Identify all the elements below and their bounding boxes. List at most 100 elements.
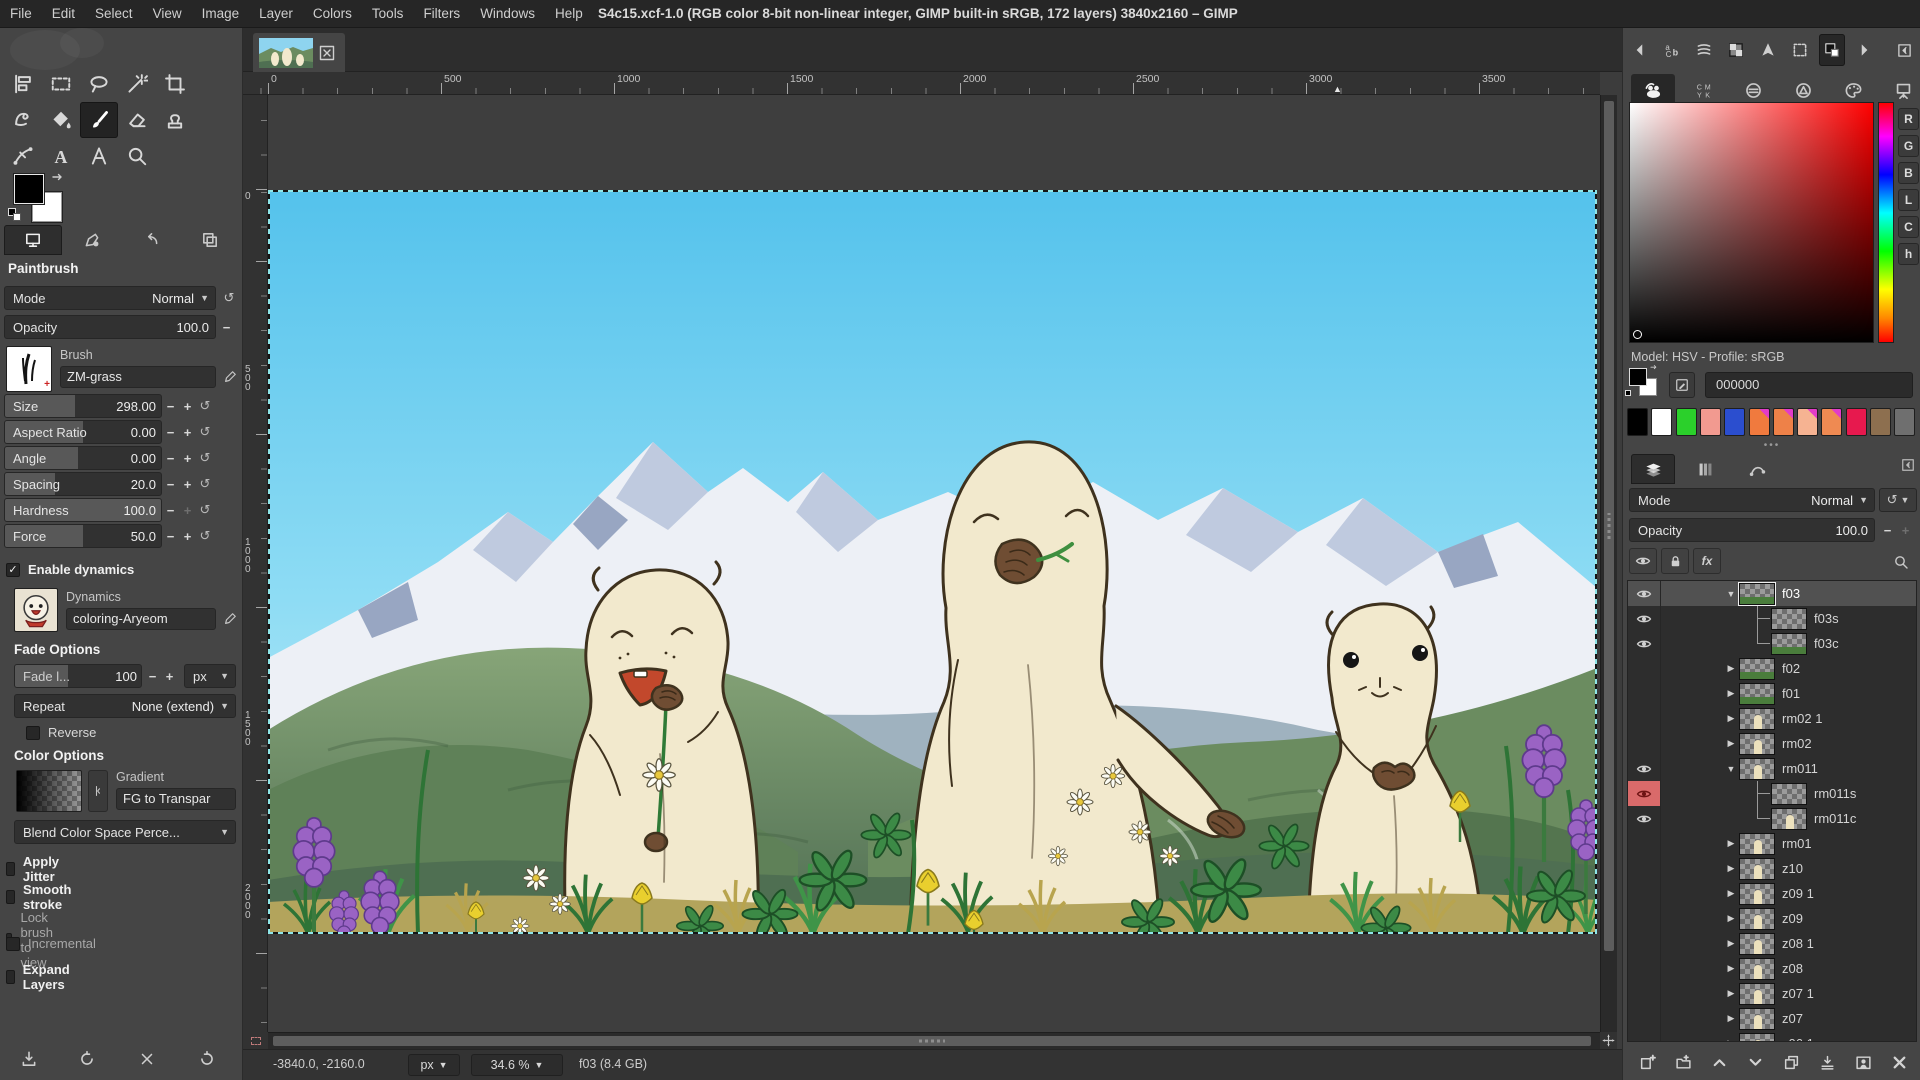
- checkbox-row-apply-jitter[interactable]: Apply Jitter: [6, 854, 64, 884]
- layer-name[interactable]: f01: [1782, 686, 1800, 701]
- layer-visibility-toggle[interactable]: [1628, 1031, 1661, 1042]
- channel-button-h[interactable]: h: [1898, 243, 1919, 265]
- menu-help[interactable]: Help: [545, 0, 593, 27]
- checkbox-row-incremental[interactable]: Incremental: [6, 936, 96, 951]
- expander-closed[interactable]: ▶: [1723, 988, 1739, 999]
- layer-thumbnail[interactable]: [1771, 808, 1807, 830]
- layer-thumbnail[interactable]: [1739, 983, 1775, 1005]
- restore-tool-preset-button[interactable]: [72, 1046, 102, 1072]
- swap-colors-icon[interactable]: [50, 172, 66, 188]
- layer-row[interactable]: f03s: [1628, 606, 1916, 631]
- layer-visibility-toggle[interactable]: [1628, 656, 1661, 681]
- reverse-checkbox[interactable]: [26, 726, 40, 740]
- layer-name[interactable]: rm011: [1782, 761, 1818, 776]
- channel-button-R[interactable]: R: [1898, 108, 1919, 130]
- dock-toolbar-colors-icon[interactable]: [1819, 34, 1845, 66]
- tool-measure[interactable]: [80, 138, 118, 174]
- layer-name[interactable]: f03s: [1814, 611, 1839, 626]
- layer-row[interactable]: ▶ f02: [1628, 656, 1916, 681]
- layer-visibility-toggle[interactable]: [1628, 631, 1661, 656]
- layer-name[interactable]: z09: [1782, 911, 1803, 926]
- layer-thumbnail[interactable]: [1739, 1033, 1775, 1043]
- menu-file[interactable]: File: [0, 0, 42, 27]
- palette-swatch[interactable]: [1651, 408, 1672, 436]
- expander-closed[interactable]: ▶: [1723, 938, 1739, 949]
- opacity-slider[interactable]: Opacity 100.0: [4, 315, 216, 339]
- repeat-dropdown[interactable]: Repeat None (extend) ▼: [14, 694, 236, 718]
- layer-row[interactable]: ▶ z10: [1628, 856, 1916, 881]
- menu-filters[interactable]: Filters: [413, 0, 470, 27]
- layer-mode-switch-button[interactable]: ↺▼: [1879, 488, 1917, 512]
- blend-color-space-dropdown[interactable]: Blend Color Space Perce... ▼: [14, 820, 236, 844]
- expander-closed[interactable]: ▶: [1723, 963, 1739, 974]
- layer-visibility-toggle[interactable]: [1628, 781, 1661, 806]
- layer-visibility-toggle[interactable]: [1628, 1006, 1661, 1031]
- layer-visibility-toggle[interactable]: [1628, 756, 1661, 781]
- zoom-dropdown[interactable]: 34.6 % ▼: [471, 1054, 563, 1076]
- paint-mode-dropdown[interactable]: Mode Normal ▼: [4, 286, 216, 310]
- dynamics-preview[interactable]: [14, 588, 58, 632]
- decrease-button[interactable]: −: [162, 447, 179, 469]
- tool-zoom[interactable]: [118, 138, 156, 174]
- layer-thumbnail[interactable]: [1739, 833, 1775, 855]
- layer-row[interactable]: f03c: [1628, 631, 1916, 656]
- increase-button[interactable]: +: [179, 395, 196, 417]
- quick-mask-button[interactable]: [243, 1032, 268, 1049]
- layer-opacity-decrease[interactable]: −: [1879, 519, 1896, 541]
- image-tab[interactable]: [253, 33, 345, 72]
- tool-clone[interactable]: [156, 102, 194, 138]
- layer-thumbnail[interactable]: [1739, 958, 1775, 980]
- slider-angle[interactable]: Angle 0.00: [4, 446, 162, 470]
- tool-rectangle-select[interactable]: [42, 66, 80, 102]
- layer-row[interactable]: ▶ z06 1: [1628, 1031, 1916, 1042]
- layer-thumbnail[interactable]: [1739, 758, 1775, 780]
- link-reset-icon[interactable]: ↺: [196, 450, 214, 466]
- expander-open[interactable]: ▼: [1723, 589, 1739, 599]
- reverse-row[interactable]: Reverse: [26, 725, 96, 740]
- layer-thumbnail[interactable]: [1739, 733, 1775, 755]
- checkbox[interactable]: [6, 862, 15, 876]
- layer-mode-dropdown[interactable]: Mode Normal ▼: [1629, 488, 1875, 512]
- dock-tab-tool-options[interactable]: [4, 225, 62, 255]
- layer-row[interactable]: rm011c: [1628, 806, 1916, 831]
- decrease-button[interactable]: −: [162, 525, 179, 547]
- layer-visibility-toggle[interactable]: [1628, 581, 1661, 606]
- opacity-decrease-button[interactable]: −: [218, 316, 235, 338]
- channel-button-B[interactable]: B: [1898, 162, 1919, 184]
- dynamics-edit-icon[interactable]: [220, 608, 240, 630]
- expander-closed[interactable]: ▶: [1723, 1038, 1739, 1042]
- layer-row[interactable]: ▶ z09 1: [1628, 881, 1916, 906]
- tool-bucket-fill[interactable]: [42, 102, 80, 138]
- lock-visibility-eye-button[interactable]: [1629, 548, 1657, 574]
- palette-swatch[interactable]: [1821, 408, 1842, 436]
- dock-toolbar-fonts-icon[interactable]: abC: [1659, 34, 1685, 66]
- tool-paintbrush[interactable]: [80, 102, 118, 138]
- layer-opacity-slider[interactable]: Opacity 100.0: [1629, 518, 1875, 542]
- decrease-button[interactable]: −: [162, 473, 179, 495]
- channel-button-L[interactable]: L: [1898, 189, 1919, 211]
- layer-thumbnail[interactable]: [1739, 883, 1775, 905]
- layer-visibility-toggle[interactable]: [1628, 831, 1661, 856]
- layer-row[interactable]: ▼ f03: [1628, 581, 1916, 606]
- menu-image[interactable]: Image: [192, 0, 250, 27]
- close-tab-icon[interactable]: [319, 45, 335, 61]
- dock-toolbar-scroll-left-icon[interactable]: [1627, 34, 1653, 66]
- palette-swatch[interactable]: [1676, 408, 1697, 436]
- layer-name[interactable]: z06 1: [1782, 1036, 1814, 1042]
- menu-select[interactable]: Select: [85, 0, 143, 27]
- dock-toolbar-selection-icon[interactable]: [1787, 34, 1813, 66]
- checkbox[interactable]: [6, 937, 20, 951]
- layer-thumbnail[interactable]: [1739, 683, 1775, 705]
- swap-colors-icon[interactable]: [1649, 364, 1659, 374]
- dock-toolbar-brushes-icon[interactable]: [1691, 34, 1717, 66]
- link-reset-icon[interactable]: ↺: [196, 398, 214, 414]
- layer-row[interactable]: ▶ rm02: [1628, 731, 1916, 756]
- save-tool-preset-button[interactable]: [14, 1046, 44, 1072]
- tool-crop[interactable]: [156, 66, 194, 102]
- checkbox-row-smooth-stroke[interactable]: Smooth stroke: [6, 882, 76, 912]
- expander-open[interactable]: ▼: [1723, 764, 1739, 774]
- dock-tab-undo-history[interactable]: [122, 225, 180, 255]
- gradient-reverse-button[interactable]: [88, 770, 108, 812]
- dock-toolbar-pointer-icon[interactable]: [1755, 34, 1781, 66]
- layer-name[interactable]: z08 1: [1782, 936, 1814, 951]
